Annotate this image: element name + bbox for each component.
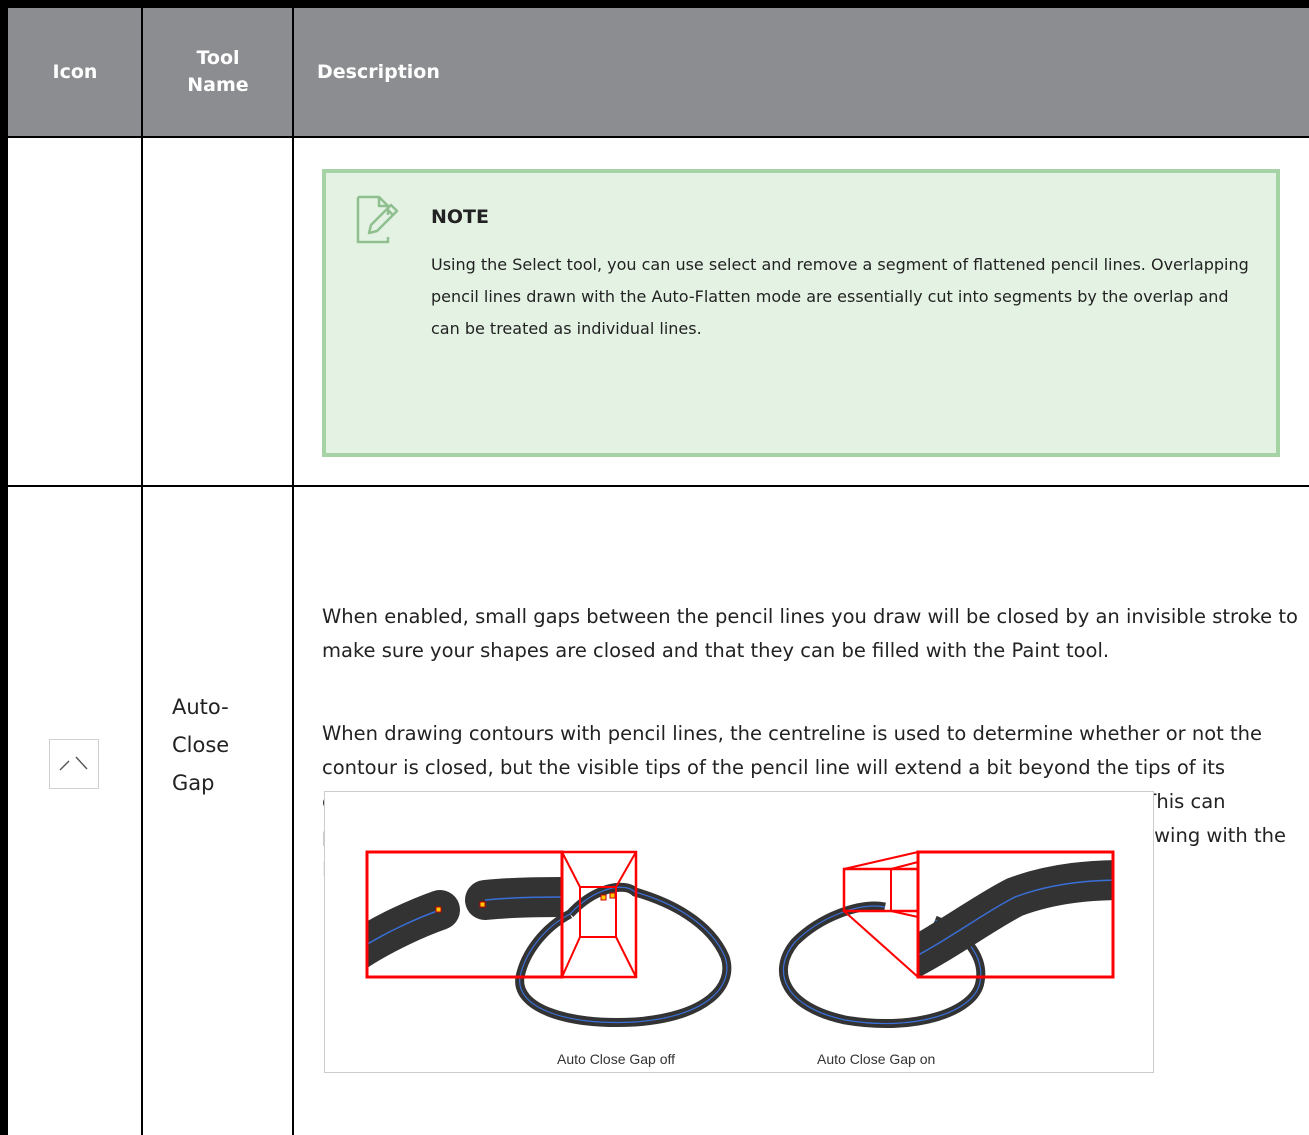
auto-close-gap-illustration (365, 850, 1115, 1028)
note-title: NOTE (431, 206, 489, 228)
table-left-border (0, 0, 8, 1135)
row-divider (0, 485, 1309, 487)
header-icon: Icon (52, 60, 98, 83)
auto-close-gap-figure: Auto Close Gap off Auto Close Gap on (324, 791, 1154, 1073)
column-divider-1 (141, 0, 143, 1135)
header-description: Description (317, 60, 440, 83)
tool-name-line3: Gap (172, 771, 215, 795)
auto-close-gap-icon (49, 739, 99, 789)
caption-auto-close-gap-off: Auto Close Gap off (557, 1051, 676, 1067)
note-edit-icon (356, 195, 399, 244)
note-box: NOTE Using the Select tool, you can use … (322, 169, 1280, 457)
header-tool-name-line1: Tool (196, 47, 240, 70)
caption-auto-close-gap-on: Auto Close Gap on (817, 1051, 936, 1067)
description-paragraph-1: When enabled, small gaps between the pen… (322, 605, 1298, 662)
header-tool-name-line2: Name (187, 74, 249, 96)
table-header: Icon Tool Name Description (0, 0, 1309, 138)
tool-name: Auto- Close Gap (172, 688, 282, 802)
tool-name-line2: Close (172, 733, 230, 757)
column-divider-2 (292, 0, 294, 1135)
header-tool-name: Tool Name (143, 8, 293, 136)
tool-table: Icon Tool Name Description NOTE Using th… (0, 0, 1309, 1135)
note-text: Using the Select tool, you can use selec… (431, 255, 1249, 338)
tool-name-line1: Auto- (172, 695, 229, 719)
